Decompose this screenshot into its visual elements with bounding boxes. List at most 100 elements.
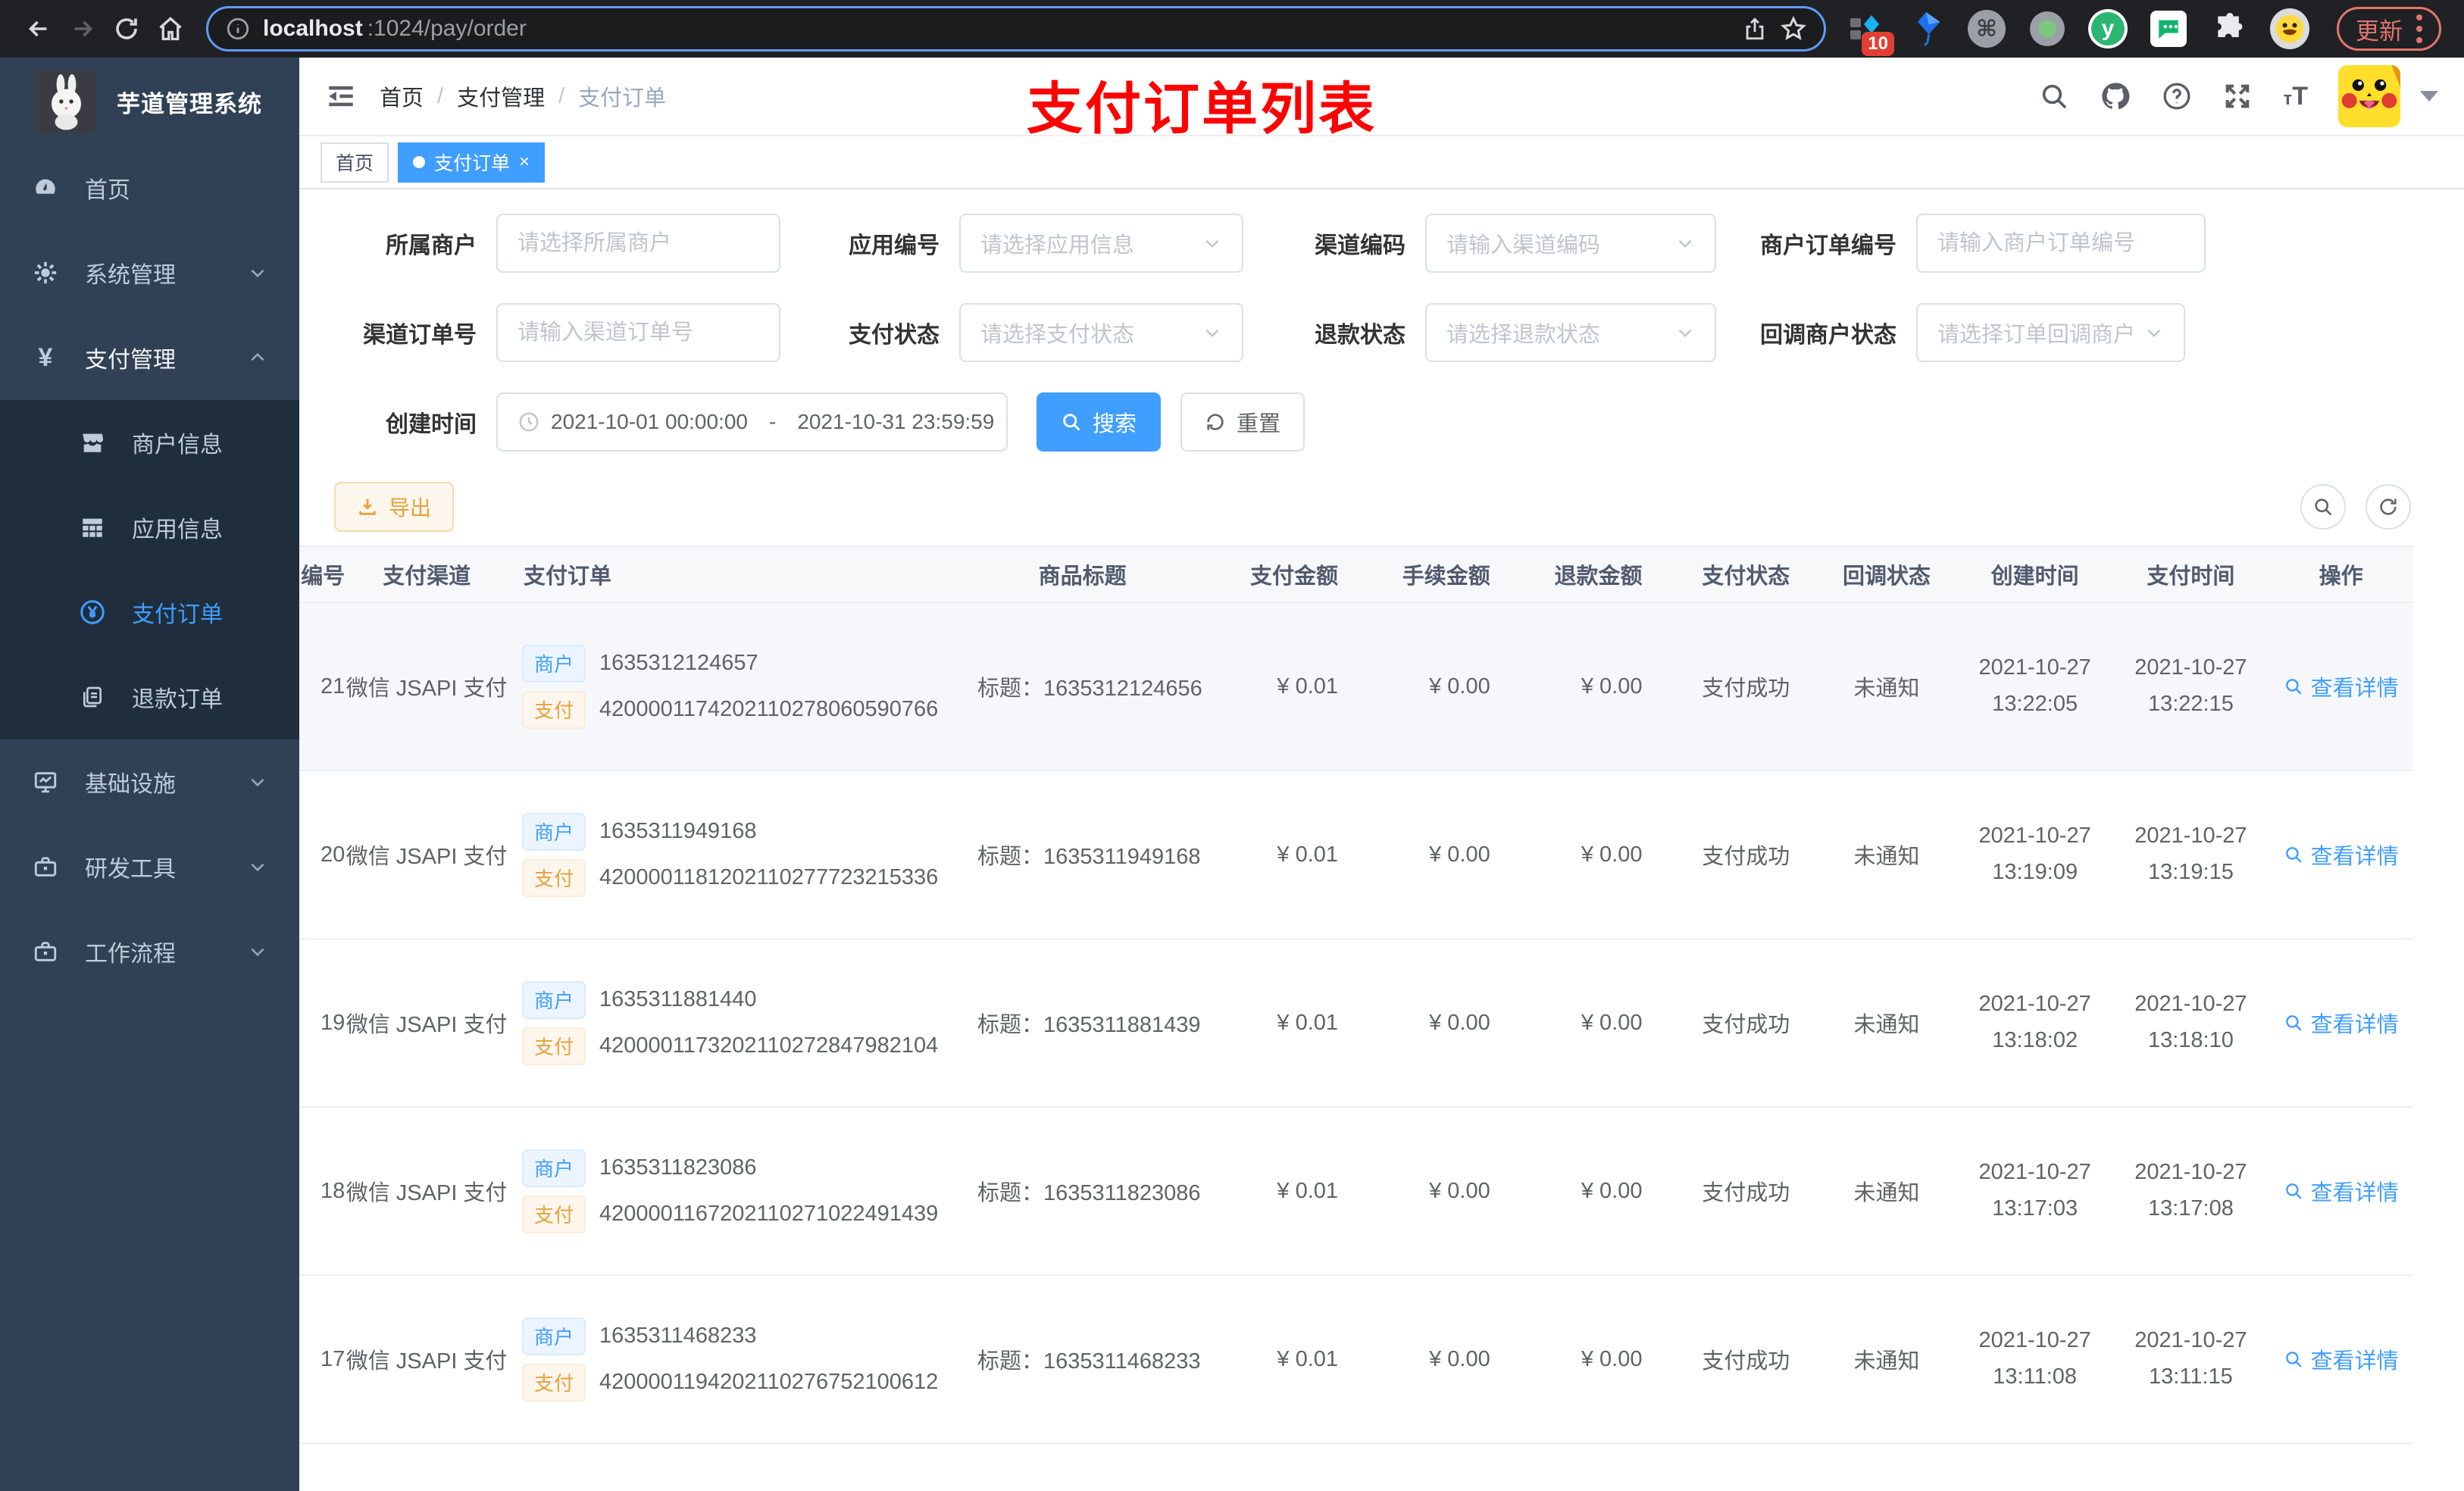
sidebar-item-app-info[interactable]: 应用信息 — [0, 485, 299, 570]
github-icon[interactable] — [2100, 80, 2131, 112]
search-icon[interactable] — [2039, 81, 2069, 111]
pay-status-filter-select[interactable]: 请选择支付状态 — [959, 303, 1243, 362]
browser-profile-avatar[interactable] — [2270, 8, 2309, 49]
reload-icon[interactable] — [105, 7, 149, 51]
view-detail-link[interactable]: 查看详情 — [2284, 1175, 2399, 1207]
sidebar-item-workflow[interactable]: 工作流程 — [0, 909, 299, 994]
table-row[interactable]: 19 微信 JSAPI 支付 商户 1635311881440 支付 4200001… — [299, 939, 2413, 1108]
cell-id: 20 — [299, 771, 346, 939]
merchant-input[interactable] — [518, 230, 759, 256]
share-icon[interactable] — [1742, 16, 1768, 42]
cell-status: 支付成功 — [1675, 771, 1817, 939]
tag-label: 支付订单 — [434, 153, 511, 174]
sidebar-item-merchant-info[interactable]: 商户信息 — [0, 400, 299, 485]
search-button[interactable]: 搜索 — [1037, 392, 1162, 452]
merchant-filter-input[interactable] — [496, 214, 780, 273]
notify-status-filter-select[interactable]: 请选择订单回调商户状态 — [1916, 303, 2185, 362]
view-detail-link[interactable]: 查看详情 — [2284, 839, 2399, 871]
site-info-icon[interactable] — [225, 16, 251, 42]
view-detail-link[interactable]: 查看详情 — [2284, 1007, 2399, 1039]
extension-kite-icon[interactable] — [1906, 9, 1946, 48]
extension-diamond-icon[interactable]: 10 — [1846, 9, 1894, 56]
chevron-down-icon — [1675, 233, 1695, 253]
breadcrumb-home[interactable]: 首页 — [380, 80, 424, 112]
show-search-toggle-button[interactable] — [2300, 484, 2346, 530]
create-time-range-picker[interactable]: 2021-10-01 00:00:00 - 2021-10-31 23:59:5… — [496, 392, 1008, 452]
sidebar-item-refund-order[interactable]: 退款订单 — [0, 655, 299, 739]
tag-pay-order[interactable]: 支付订单 × — [398, 142, 546, 183]
sidebar-item-pay[interactable]: ¥ 支付管理 — [0, 315, 299, 400]
forward-icon[interactable] — [61, 7, 105, 51]
pay-tag: 支付 — [521, 1195, 586, 1233]
avatar-caret-down-icon[interactable] — [2420, 91, 2438, 102]
store-icon — [79, 430, 106, 455]
help-icon[interactable] — [2162, 81, 2192, 111]
merchant-order-no-filter-input[interactable] — [1916, 214, 2206, 273]
font-size-icon[interactable]: тT — [2283, 82, 2308, 111]
close-icon[interactable]: × — [519, 152, 530, 173]
back-icon[interactable] — [17, 7, 61, 51]
sidebar-item-infra[interactable]: 基础设施 — [0, 739, 299, 824]
bookmark-star-icon[interactable] — [1780, 15, 1807, 42]
view-detail-link[interactable]: 查看详情 — [2284, 1343, 2399, 1375]
tag-home[interactable]: 首页 — [321, 142, 389, 183]
extension-chat-icon[interactable] — [2149, 9, 2188, 48]
browser-menu-icon[interactable] — [2416, 14, 2422, 43]
col-id: 编号 — [299, 545, 346, 603]
table-row[interactable]: 商户1635311351736 — [299, 1443, 2413, 1491]
sidebar-item-pay-order[interactable]: 支付订单 — [0, 570, 299, 655]
browser-toolbar: localhost:1024/pay/order 10 ⌘ y 更新 — [0, 0, 2464, 58]
sidebar-item-devtools[interactable]: 研发工具 — [0, 824, 299, 909]
app-no-filter-select[interactable]: 请选择应用信息 — [959, 214, 1243, 273]
refresh-table-button[interactable] — [2366, 484, 2411, 530]
merchant-tag: 商户 — [521, 1149, 586, 1187]
yen-circle-icon — [79, 599, 106, 626]
cell-status: 支付成功 — [1675, 1107, 1817, 1276]
app-logo[interactable]: 芋道管理系统 — [0, 58, 299, 145]
chevron-down-icon — [1202, 233, 1222, 253]
channel-code-filter-select[interactable]: 请输入渠道编码 — [1425, 214, 1716, 273]
breadcrumb-current: 支付订单 — [578, 86, 667, 111]
fullscreen-icon[interactable] — [2222, 81, 2253, 111]
export-button[interactable]: 导出 — [334, 482, 455, 532]
search-button-label: 搜索 — [1093, 412, 1137, 436]
sidebar-item-home[interactable]: 首页 — [0, 145, 299, 230]
extension-y-icon[interactable]: y — [2088, 9, 2128, 48]
reset-button[interactable]: 重置 — [1180, 392, 1305, 452]
table-row[interactable]: 17 微信 JSAPI 支付 商户 1635311468233 支付 4200001… — [299, 1275, 2413, 1444]
briefcase-icon — [32, 854, 59, 880]
cell-status: 支付成功 — [1675, 602, 1817, 771]
sidebar-item-system[interactable]: 系统管理 — [0, 230, 299, 315]
page-content: 所属商户 应用编号 请选择应用信息 渠道编码 请输入渠道编码 商户订单编号 — [299, 189, 2464, 1491]
channel-order-no-filter-label: 渠道订单号 — [363, 323, 477, 348]
sidebar-item-label: 首页 — [85, 178, 130, 203]
create-time-end[interactable]: 2021-10-31 23:59:59 — [797, 410, 994, 434]
view-detail-link[interactable]: 查看详情 — [2284, 670, 2399, 702]
collapse-sidebar-icon[interactable] — [325, 80, 357, 112]
cell-amount: ¥ 0.01 — [1219, 1275, 1372, 1444]
table-toolbar: 导出 — [299, 482, 2464, 532]
table-row[interactable]: 18 微信 JSAPI 支付 商户 1635311823086 支付 4200001… — [299, 1107, 2413, 1276]
sidebar-item-label: 工作流程 — [85, 942, 176, 967]
browser-update-button[interactable]: 更新 — [2337, 7, 2441, 51]
extensions-puzzle-icon[interactable] — [2209, 9, 2249, 48]
url-bar[interactable]: localhost:1024/pay/order — [206, 6, 1826, 52]
extension-green-dot-icon[interactable] — [2028, 9, 2067, 48]
breadcrumb-pay[interactable]: 支付管理 — [457, 80, 545, 112]
yen-icon: ¥ — [38, 342, 53, 372]
channel-pay-no: 4200001174202110278060590766 — [599, 697, 939, 721]
url-host: localhost — [263, 16, 363, 41]
user-avatar[interactable] — [2338, 65, 2400, 127]
table-row[interactable]: 20 微信 JSAPI 支付 商户 1635311949168 支付 4200001… — [299, 771, 2413, 939]
home-icon[interactable] — [149, 7, 192, 51]
channel-order-no-filter-input[interactable] — [496, 303, 780, 362]
merchant-order-no-input[interactable] — [1937, 230, 2184, 256]
table-row[interactable]: 21 微信 JSAPI 支付 商户 1635312124657 支付 4200001… — [299, 602, 2413, 771]
channel-order-no-input[interactable] — [518, 320, 759, 345]
refund-status-filter-select[interactable]: 请选择退款状态 — [1425, 303, 1716, 362]
create-time-start[interactable]: 2021-10-01 00:00:00 — [551, 410, 748, 434]
cell-pay-order: 商户1635311351736 — [508, 1443, 946, 1491]
extension-command-icon[interactable]: ⌘ — [1967, 9, 2006, 48]
tag-label: 首页 — [336, 153, 374, 174]
cell-title: 标题：1635311881439 — [946, 939, 1220, 1108]
